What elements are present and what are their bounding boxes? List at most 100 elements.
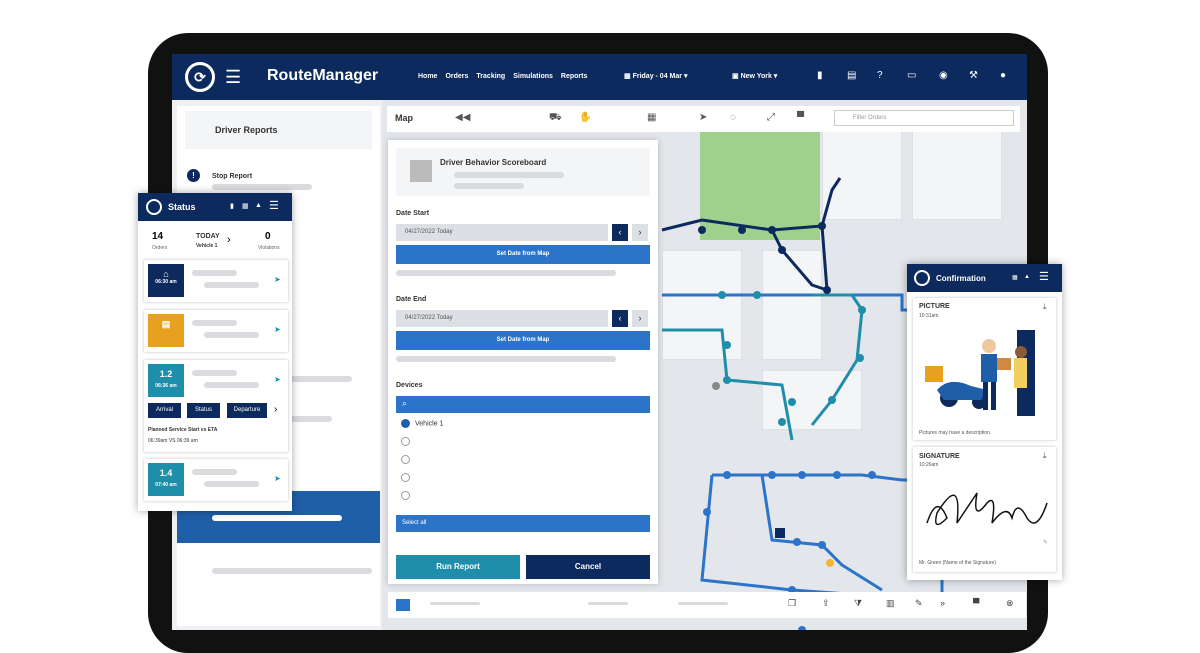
- nav-simulations[interactable]: Simulations: [513, 73, 553, 80]
- chevron-right-icon[interactable]: ›: [227, 234, 231, 246]
- stop-card[interactable]: ⌂ 06:30 am ➤: [144, 260, 288, 302]
- device-item[interactable]: [401, 455, 415, 464]
- pointer-icon[interactable]: ➤: [699, 112, 707, 123]
- edit-icon[interactable]: ✎: [915, 598, 923, 609]
- checked-icon: [401, 419, 410, 428]
- menu-icon[interactable]: ☰: [1039, 270, 1049, 283]
- map-layer-icon[interactable]: ▦: [647, 112, 656, 123]
- driver-reports-header[interactable]: Driver Reports: [185, 111, 372, 149]
- stop-card[interactable]: 1.4 07:40 am ➤: [144, 459, 288, 501]
- placeholder-bar: [212, 184, 312, 190]
- upload-icon[interactable]: ⇪: [822, 598, 830, 609]
- edit-icon[interactable]: ✎: [1043, 539, 1048, 546]
- device-name: Vehicle 1: [415, 420, 444, 428]
- download-icon[interactable]: ⤓: [1043, 302, 1047, 312]
- picture-section: PICTURE 10:31am ⤓ Pictures may have a de…: [913, 298, 1056, 440]
- planned-label: Planned Service Start vs ETA: [148, 427, 218, 433]
- status-button[interactable]: Status: [187, 403, 220, 418]
- radio-icon: [401, 437, 410, 446]
- trash-icon[interactable]: ▥: [886, 598, 895, 609]
- confirmation-panel: Confirmation ▦ ▲ ☰ PICTURE 10:31am ⤓ Pic…: [907, 264, 1062, 580]
- vehicle-marker[interactable]: [775, 528, 785, 538]
- map-label: Map: [395, 113, 413, 123]
- lasso-icon[interactable]: ◌: [730, 112, 736, 123]
- route-line-teal: [810, 293, 864, 426]
- navigate-icon[interactable]: ➤: [274, 325, 281, 334]
- trash-icon[interactable]: ▮: [230, 202, 234, 210]
- close-icon[interactable]: ⊗: [1006, 598, 1014, 609]
- download-icon[interactable]: ⤓: [1043, 451, 1047, 461]
- bell-icon[interactable]: ▲: [255, 202, 262, 209]
- device-item[interactable]: Vehicle 1: [401, 419, 443, 428]
- date-end-prev-button[interactable]: ‹: [612, 310, 628, 327]
- stop-report-item[interactable]: ! Stop Report: [187, 169, 252, 182]
- bell-icon[interactable]: ▲: [1024, 274, 1030, 280]
- help-icon[interactable]: ?: [877, 70, 883, 81]
- date-selector[interactable]: ▦ Friday - 04 Mar ▾: [624, 72, 687, 80]
- nav-home[interactable]: Home: [418, 73, 437, 80]
- stop-card[interactable]: ▤ ➤: [144, 310, 288, 352]
- set-date-end-button[interactable]: Set Date from Map: [396, 331, 650, 350]
- placeholder-bar: [204, 481, 259, 487]
- stop-tile: 1.2 06:36 am: [148, 364, 184, 397]
- arrival-button[interactable]: Arrival: [148, 403, 181, 418]
- stop-number: 1.2: [159, 369, 173, 379]
- signature-time: 10:26am: [919, 462, 939, 468]
- stop-card-expanded[interactable]: 1.2 06:36 am ➤ Arrival Status Departure ›…: [144, 360, 288, 452]
- menu-icon[interactable]: ☰: [269, 199, 279, 212]
- wrench-icon[interactable]: ⚒: [969, 70, 978, 81]
- stop-inactive: [712, 382, 720, 390]
- vehicle-label: Vehicle 1: [196, 243, 218, 249]
- rewind-icon[interactable]: ◀◀: [455, 112, 470, 123]
- placeholder-bar: [430, 602, 480, 605]
- bottom-menu-icon[interactable]: [396, 599, 410, 611]
- signature-image: [926, 492, 1048, 526]
- navigate-icon[interactable]: ➤: [274, 474, 281, 483]
- chevron-right-icon[interactable]: ›: [274, 404, 277, 415]
- paint-icon[interactable]: ▀: [797, 112, 804, 123]
- navigate-icon[interactable]: ➤: [274, 375, 281, 384]
- map-icon[interactable]: ▦: [1012, 274, 1018, 281]
- copy-icon[interactable]: ❐: [788, 598, 796, 609]
- nav-orders[interactable]: Orders: [445, 73, 468, 80]
- device-search-input[interactable]: ⌕: [396, 396, 650, 413]
- placeholder-bar: [204, 282, 259, 288]
- filter-orders-input[interactable]: Filter Orders: [834, 110, 1014, 126]
- archive-icon[interactable]: ▤: [847, 70, 856, 81]
- route-stops-teal: [718, 291, 866, 426]
- hand-icon[interactable]: ✋: [579, 112, 591, 123]
- expand-icon[interactable]: ⤢: [767, 112, 775, 123]
- device-item[interactable]: [401, 491, 415, 500]
- bottom-toolbar: ❐ ⇪ ⧩ ▥ ✎ » ▀ ⊗: [388, 592, 1026, 618]
- paint-icon[interactable]: ▀: [973, 598, 979, 608]
- date-start-select[interactable]: 04/27/2022 Today: [396, 224, 608, 241]
- terminal-icon[interactable]: ▭: [907, 70, 916, 81]
- car-icon[interactable]: ⛟: [549, 112, 562, 125]
- date-end-next-button[interactable]: ›: [632, 310, 648, 327]
- forward-icon[interactable]: »: [940, 598, 945, 608]
- map-icon[interactable]: ▦: [242, 202, 249, 210]
- nav-reports[interactable]: Reports: [561, 73, 587, 80]
- driver-reports-title: Driver Reports: [215, 125, 278, 135]
- placeholder-bar: [212, 515, 342, 521]
- nav-tracking[interactable]: Tracking: [476, 73, 505, 80]
- run-report-button[interactable]: Run Report: [396, 555, 520, 579]
- select-all-button[interactable]: Select all: [396, 515, 650, 532]
- set-date-start-button[interactable]: Set Date from Map: [396, 245, 650, 264]
- date-end-select[interactable]: 04/27/2022 Today: [396, 310, 608, 327]
- device-item[interactable]: [401, 437, 415, 446]
- departure-button[interactable]: Departure: [227, 403, 267, 418]
- device-item[interactable]: [401, 473, 415, 482]
- radio-icon: [401, 455, 410, 464]
- filter-icon[interactable]: ⧩: [854, 598, 862, 609]
- panel-icon[interactable]: ▮: [817, 70, 823, 81]
- city-selector[interactable]: ▣ New York ▾: [732, 72, 777, 80]
- cancel-button[interactable]: Cancel: [526, 555, 650, 579]
- menu-icon[interactable]: ☰: [225, 67, 241, 88]
- user-icon[interactable]: ●: [1000, 70, 1006, 81]
- date-start-prev-button[interactable]: ‹: [612, 224, 628, 241]
- navigate-icon[interactable]: ➤: [274, 275, 281, 284]
- placeholder-bar: [192, 270, 237, 276]
- dashboard-icon[interactable]: ◉: [939, 70, 948, 81]
- date-start-next-button[interactable]: ›: [632, 224, 648, 241]
